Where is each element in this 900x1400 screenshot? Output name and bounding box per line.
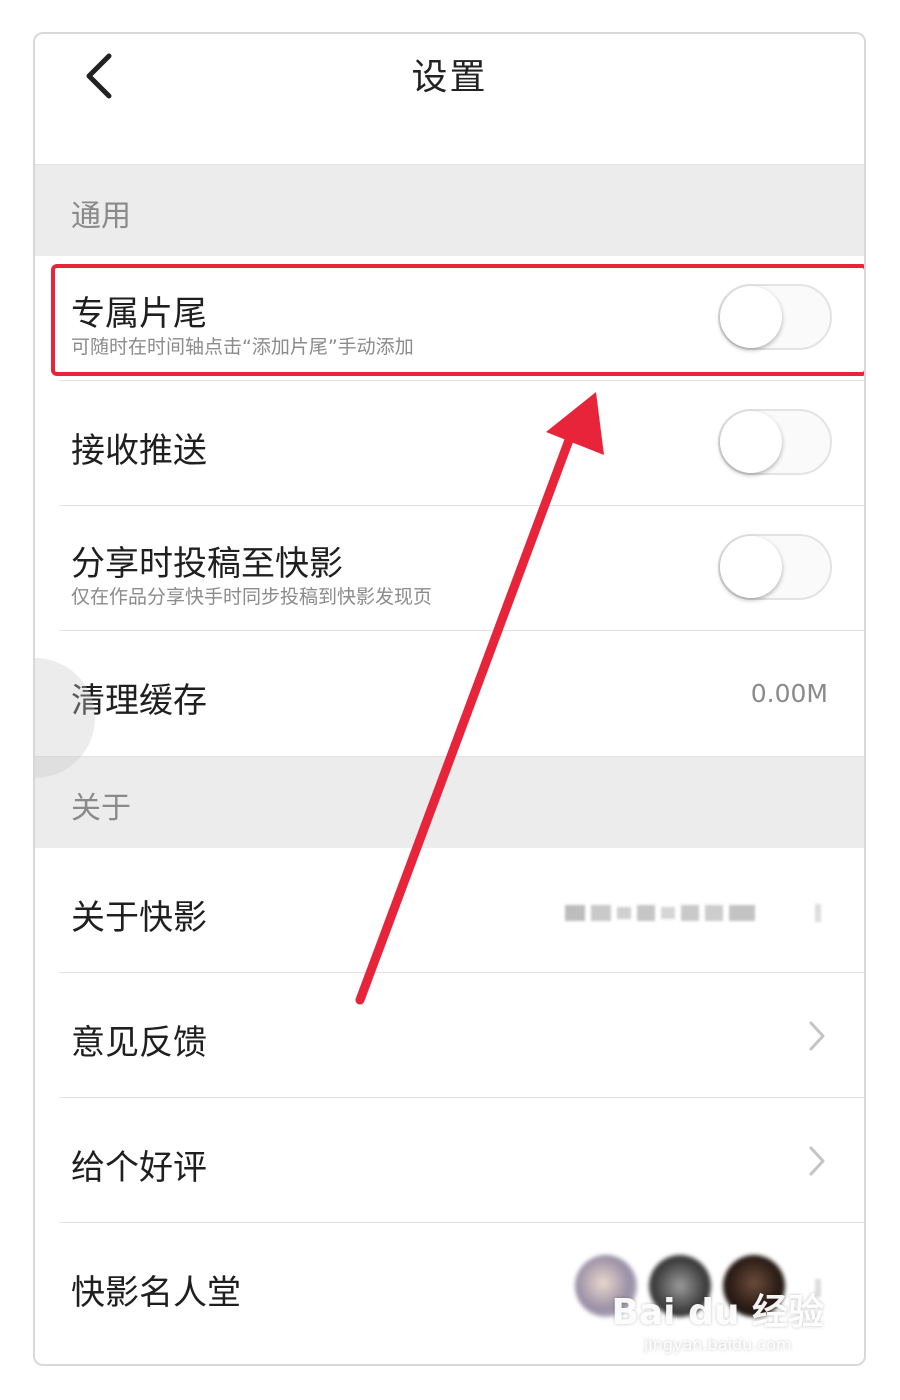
setting-label-about-app: 关于快影 <box>71 898 207 938</box>
setting-row-clear-cache[interactable]: 清理缓存 0.00M <box>35 631 864 756</box>
watermark-logo: Bai du 经验 jingyan.baidu.com <box>611 1283 824 1354</box>
setting-label-hall-of-fame: 快影名人堂 <box>71 1273 241 1313</box>
section-label-about: 关于 <box>71 791 131 826</box>
setting-row-about-app[interactable]: 关于快影 <box>35 848 864 973</box>
settings-screen: 设置 通用 专属片尾 可随时在时间轴点击“添加片尾”手动添加 接收推送 分享时投… <box>33 32 866 1366</box>
chevron-right-icon <box>809 1021 825 1051</box>
setting-label-push: 接收推送 <box>71 431 207 471</box>
highlight-box <box>51 264 864 376</box>
blurred-chevron <box>815 904 821 922</box>
section-label-general: 通用 <box>71 199 131 234</box>
chevron-right-icon <box>809 1146 825 1176</box>
toggle-knob <box>720 536 782 598</box>
setting-label-rate: 给个好评 <box>71 1148 207 1188</box>
page-title: 设置 <box>411 57 488 98</box>
share-contribute-toggle[interactable] <box>718 534 832 600</box>
header: 设置 <box>35 34 864 164</box>
setting-label-share-contribute: 分享时投稿至快影 <box>71 544 343 584</box>
version-info-blurred <box>565 905 755 921</box>
setting-row-feedback[interactable]: 意见反馈 <box>35 973 864 1098</box>
setting-row-rate[interactable]: 给个好评 <box>35 1098 864 1223</box>
watermark-url: jingyan.baidu.com <box>643 1335 792 1354</box>
setting-label-feedback: 意见反馈 <box>71 1023 207 1063</box>
push-toggle[interactable] <box>718 409 832 475</box>
section-header-about: 关于 <box>35 756 864 849</box>
section-header-general: 通用 <box>35 164 864 257</box>
watermark-brand: Bai du 经验 <box>611 1292 824 1333</box>
setting-row-push[interactable]: 接收推送 <box>35 381 864 506</box>
cache-size-value: 0.00M <box>750 679 828 708</box>
setting-sub-share-contribute: 仅在作品分享快手时同步投稿到快影发现页 <box>71 586 433 608</box>
setting-row-share-contribute[interactable]: 分享时投稿至快影 仅在作品分享快手时同步投稿到快影发现页 <box>35 506 864 631</box>
toggle-knob <box>720 411 782 473</box>
